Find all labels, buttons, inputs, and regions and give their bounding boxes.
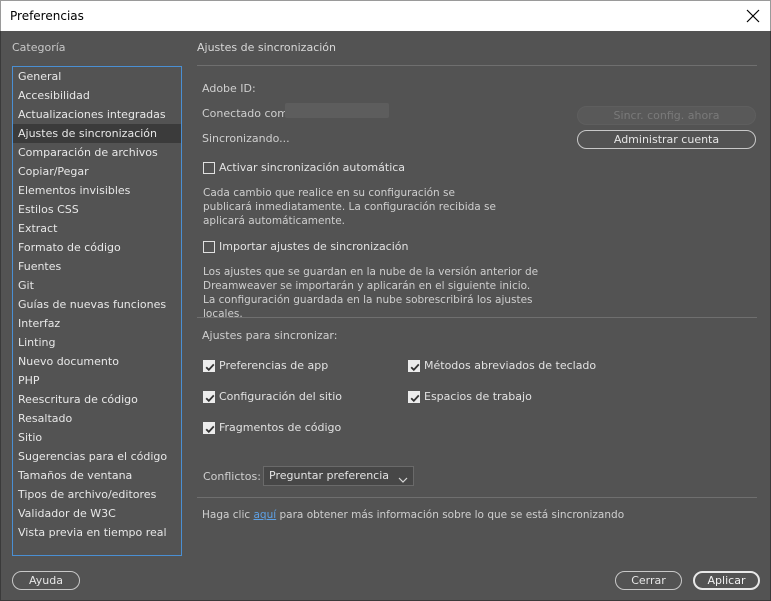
category-item[interactable]: PHP	[13, 371, 181, 390]
sync-item-label: Fragmentos de código	[219, 421, 342, 434]
category-item[interactable]: Git	[13, 276, 181, 295]
category-item[interactable]: Resaltado	[13, 409, 181, 428]
help-button[interactable]: Ayuda	[12, 571, 80, 590]
category-item[interactable]: Sitio	[13, 428, 181, 447]
sync-workspaces-checkbox[interactable]: Espacios de trabajo	[408, 390, 532, 403]
checkbox-checked[interactable]	[408, 359, 420, 372]
category-item[interactable]: Sugerencias para el código	[13, 447, 181, 466]
category-item[interactable]: Reescritura de código	[13, 390, 181, 409]
category-item[interactable]: Extract	[13, 219, 181, 238]
category-item[interactable]: Accesibilidad	[13, 86, 181, 105]
category-item[interactable]: Copiar/Pegar	[13, 162, 181, 181]
category-item[interactable]: Tamaños de ventana	[13, 466, 181, 485]
category-item[interactable]: Formato de código	[13, 238, 181, 257]
help-text: Haga clic aquí para obtener más informac…	[202, 509, 624, 521]
cancel-button[interactable]: Cerrar	[615, 571, 682, 590]
category-title: Categoría	[12, 41, 66, 54]
section-title: Ajustes de sincronización	[197, 41, 337, 54]
account-redacted	[285, 103, 389, 118]
checkbox-box[interactable]	[203, 240, 215, 253]
sync-shortcuts-checkbox[interactable]: Métodos abreviados de teclado	[408, 359, 596, 372]
help-link[interactable]: aquí	[254, 509, 277, 521]
conflicts-value: Preguntar preferencia	[269, 469, 390, 482]
manage-account-button[interactable]: Administrar cuenta	[577, 130, 756, 149]
conflicts-label: Conflictos:	[203, 470, 261, 483]
separator	[197, 497, 757, 498]
sync-app-prefs-checkbox[interactable]: Preferencias de app	[203, 359, 328, 372]
close-icon[interactable]	[742, 5, 764, 27]
apply-button[interactable]: Aplicar	[693, 571, 760, 590]
sync-item-label: Métodos abreviados de teclado	[424, 359, 597, 372]
title-bar: Preferencias	[0, 0, 771, 31]
help-prefix: Haga clic	[202, 509, 254, 521]
category-item[interactable]: Linting	[13, 333, 181, 352]
adobe-id-label: Adobe ID:	[202, 82, 256, 95]
dialog-body: Categoría General Accesibilidad Actualizac…	[0, 31, 771, 601]
window-title: Preferencias	[10, 9, 84, 23]
checkbox-checked[interactable]	[203, 390, 215, 403]
separator	[197, 65, 757, 66]
category-item[interactable]: General	[13, 67, 181, 86]
settings-to-sync-label: Ajustes para sincronizar:	[202, 329, 338, 342]
checkbox-checked[interactable]	[203, 421, 215, 434]
auto-sync-label: Activar sincronización automática	[219, 161, 406, 174]
import-sync-checkbox[interactable]: Importar ajustes de sincronización	[203, 240, 409, 253]
sync-site-config-checkbox[interactable]: Configuración del sitio	[203, 390, 342, 403]
category-item[interactable]: Estilos CSS	[13, 200, 181, 219]
chevron-down-icon	[398, 472, 408, 490]
category-item[interactable]: Elementos invisibles	[13, 181, 181, 200]
connected-label: Conectado como	[202, 107, 295, 120]
checkbox-checked[interactable]	[203, 359, 215, 372]
category-item[interactable]: Guías de nuevas funciones	[13, 295, 181, 314]
category-item[interactable]: Validador de W3C	[13, 504, 181, 523]
sync-now-button[interactable]: Sincr. config. ahora	[577, 106, 756, 125]
import-sync-description: Los ajustes que se guardan en la nube de…	[203, 266, 539, 320]
category-item[interactable]: Actualizaciones integradas	[13, 105, 181, 124]
conflicts-select[interactable]: Preguntar preferencia	[263, 466, 414, 486]
sync-item-label: Configuración del sitio	[219, 390, 343, 403]
category-list[interactable]: General Accesibilidad Actualizaciones inte…	[12, 66, 182, 556]
category-item[interactable]: Fuentes	[13, 257, 181, 276]
category-item[interactable]: Comparación de archivos	[13, 143, 181, 162]
category-item[interactable]: Interfaz	[13, 314, 181, 333]
syncing-label: Sincronizando...	[202, 132, 290, 145]
sync-item-label: Preferencias de app	[219, 359, 329, 372]
sync-snippets-checkbox[interactable]: Fragmentos de código	[203, 421, 341, 434]
auto-sync-checkbox[interactable]: Activar sincronización automática	[203, 161, 405, 174]
auto-sync-description: Cada cambio que realice en su configurac…	[203, 187, 496, 227]
checkbox-box[interactable]	[203, 161, 215, 174]
separator	[197, 317, 757, 318]
category-item[interactable]: Ajustes de sincronización	[13, 124, 181, 143]
help-suffix: para obtener más información sobre lo qu…	[276, 509, 625, 521]
category-item[interactable]: Tipos de archivo/editores	[13, 485, 181, 504]
category-item[interactable]: Nuevo documento	[13, 352, 181, 371]
category-item[interactable]: Vista previa en tiempo real	[13, 523, 181, 542]
sync-item-label: Espacios de trabajo	[424, 390, 532, 403]
import-sync-label: Importar ajustes de sincronización	[219, 240, 409, 253]
checkbox-checked[interactable]	[408, 390, 420, 403]
